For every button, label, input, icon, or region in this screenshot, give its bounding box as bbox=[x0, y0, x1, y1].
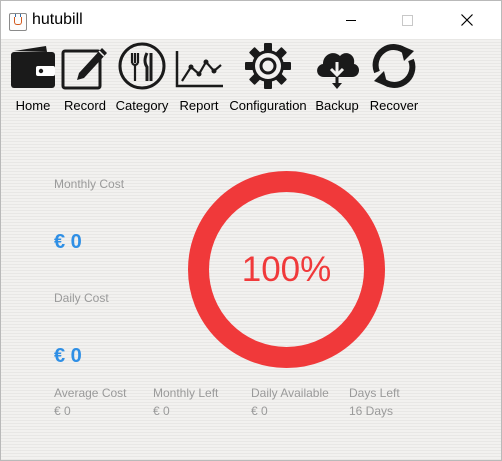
window-title: hutubill bbox=[32, 11, 83, 28]
app-window: hutubill Home Record Category Report Con… bbox=[0, 0, 502, 461]
main-panel: Home Record Category Report Configuratio… bbox=[1, 39, 501, 460]
gear-icon bbox=[245, 43, 291, 89]
minimize-button[interactable] bbox=[328, 1, 374, 39]
daily-cost-value: € 0 bbox=[54, 345, 82, 367]
toolbar-item-report[interactable]: Report bbox=[174, 41, 224, 115]
utensils-icon bbox=[118, 42, 166, 90]
cloud-download-icon bbox=[317, 53, 360, 89]
edit-icon bbox=[61, 48, 107, 90]
close-button[interactable] bbox=[444, 1, 490, 39]
toolbar-label: Report bbox=[179, 98, 219, 113]
toolbar-label: Recover bbox=[369, 98, 419, 113]
toolbar-label: Category bbox=[115, 98, 169, 113]
java-cup-icon bbox=[9, 13, 27, 31]
average-cost-value: € 0 bbox=[54, 404, 71, 418]
monthly-cost-label: Monthly Cost bbox=[54, 177, 125, 191]
toolbar-item-configuration[interactable]: Configuration bbox=[229, 41, 307, 115]
toolbar: Home Record Category Report Configuratio… bbox=[1, 39, 501, 119]
monthly-cost-value: € 0 bbox=[54, 231, 82, 253]
daily-available-value: € 0 bbox=[251, 404, 268, 418]
toolbar-item-record[interactable]: Record bbox=[60, 41, 110, 115]
wallet-icon bbox=[11, 46, 55, 88]
daily-cost-label: Daily Cost bbox=[54, 291, 109, 305]
monthly-left-value: € 0 bbox=[153, 404, 170, 418]
toolbar-item-home[interactable]: Home bbox=[8, 41, 58, 115]
toolbar-label: Home bbox=[15, 98, 51, 113]
daily-available-label: Daily Available bbox=[251, 386, 329, 400]
toolbar-label: Record bbox=[64, 98, 106, 113]
toolbar-item-recover[interactable]: Recover bbox=[369, 41, 419, 115]
maximize-icon bbox=[401, 14, 413, 26]
maximize-button[interactable] bbox=[384, 1, 430, 39]
monthly-left-label: Monthly Left bbox=[153, 386, 219, 400]
title-bar[interactable]: hutubill bbox=[1, 1, 501, 39]
toolbar-label: Configuration bbox=[229, 98, 307, 113]
days-left-value: 16 Days bbox=[349, 404, 394, 418]
toolbar-item-category[interactable]: Category bbox=[115, 41, 169, 115]
line-chart-icon bbox=[175, 51, 223, 88]
usage-progress-ring: 100% bbox=[187, 170, 386, 369]
toolbar-label: Backup bbox=[315, 98, 359, 113]
average-cost-label: Average Cost bbox=[54, 386, 127, 400]
close-icon bbox=[461, 14, 473, 26]
progress-percent-text: 100% bbox=[241, 249, 332, 289]
refresh-icon bbox=[372, 44, 416, 88]
toolbar-item-backup[interactable]: Backup bbox=[312, 41, 362, 115]
minimize-icon bbox=[346, 19, 356, 21]
days-left-label: Days Left bbox=[349, 386, 400, 400]
